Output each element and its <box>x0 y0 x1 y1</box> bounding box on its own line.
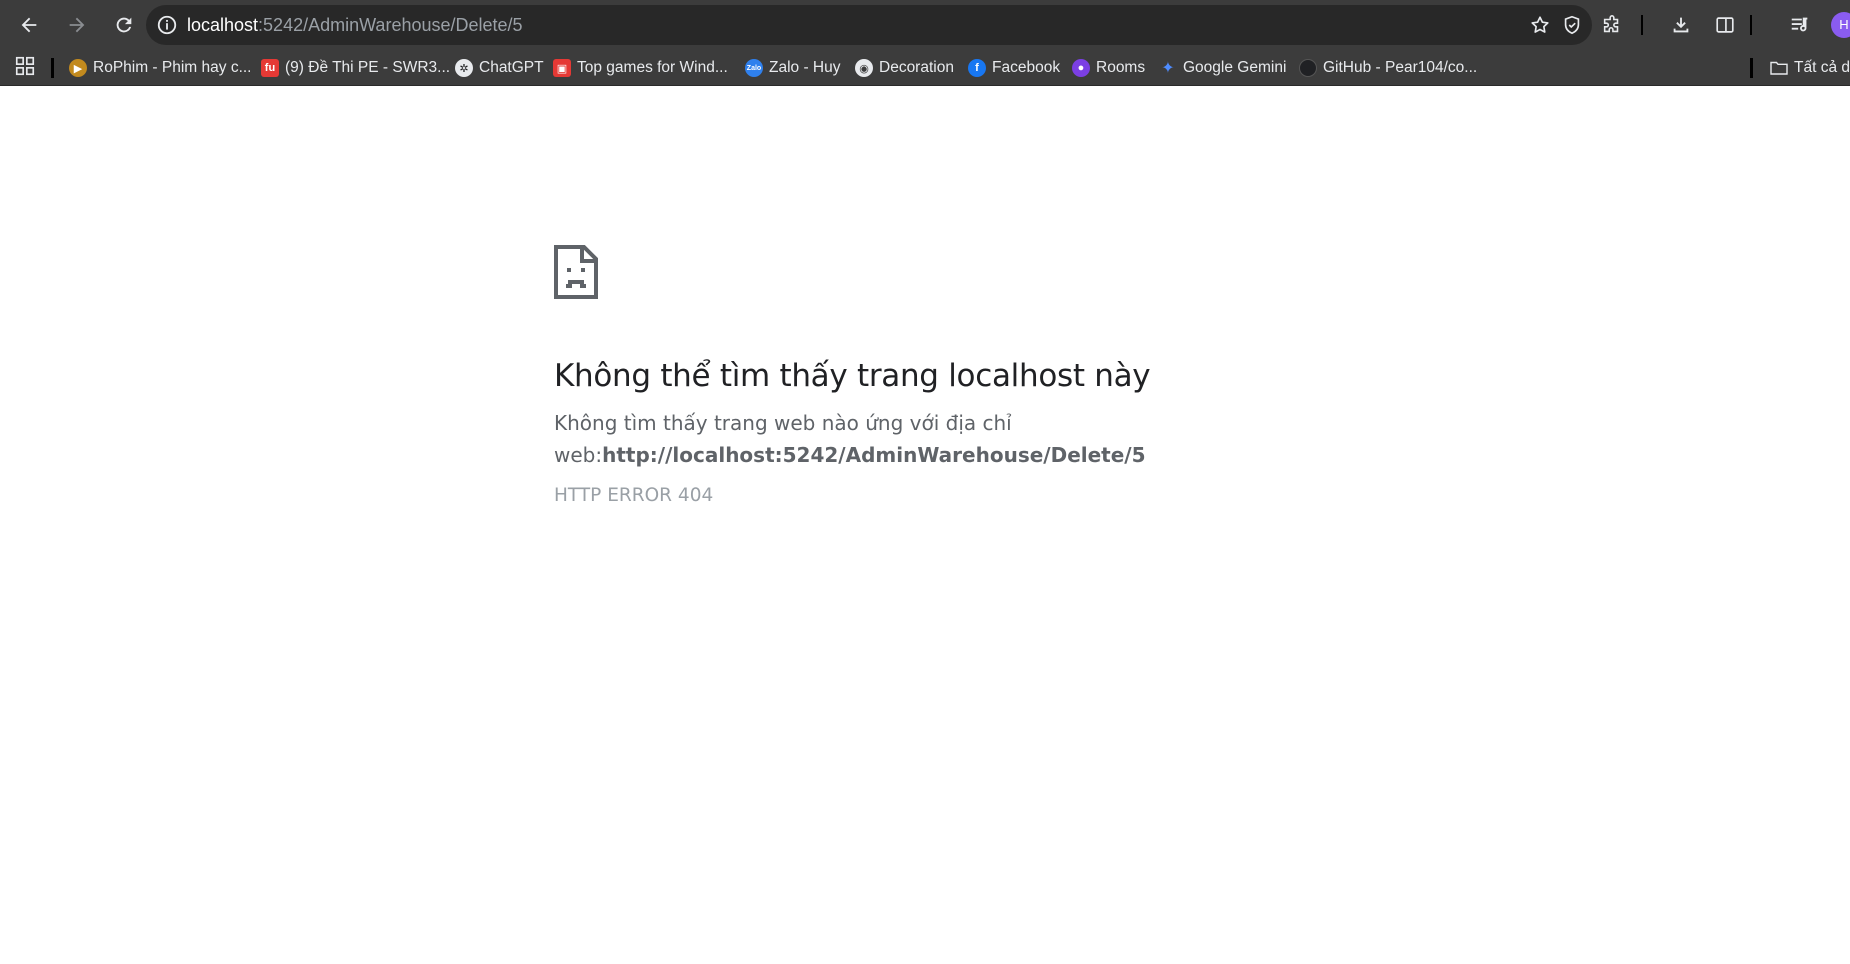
shield-extension-icon[interactable] <box>1561 14 1583 36</box>
reload-icon <box>116 17 132 33</box>
globe-favicon: ◉ <box>855 59 873 77</box>
profile-avatar[interactable]: H <box>1831 12 1850 38</box>
arrow-left-icon <box>21 17 37 33</box>
github-favicon <box>1299 59 1317 77</box>
bookmark-item[interactable]: fu (9) Đề Thi PE - SWR3... <box>261 50 450 86</box>
sad-document-icon <box>554 245 598 299</box>
bookmark-item[interactable]: ◉ Decoration <box>855 50 954 86</box>
all-bookmarks-label: Tất cả dấ <box>1794 59 1850 76</box>
rophim-favicon: ▶ <box>69 59 87 77</box>
bookmark-label: Facebook <box>992 59 1061 76</box>
page-content: Không thể tìm thấy trang localhost này K… <box>0 86 1850 964</box>
bookmark-label: (9) Đề Thi PE - SWR3... <box>285 59 451 76</box>
bookmarks-bar: ▶ RoPhim - Phim hay c... fu (9) Đề Thi P… <box>0 50 1850 86</box>
fu-favicon: fu <box>261 59 279 77</box>
bookmark-label: RoPhim - Phim hay c... <box>93 59 252 76</box>
download-icon[interactable] <box>1670 14 1692 36</box>
url-host: localhost <box>187 15 259 35</box>
folder-icon <box>1770 61 1788 75</box>
facebook-favicon: f <box>968 59 986 77</box>
rooms-favicon: ● <box>1072 59 1090 77</box>
bookmark-label: Rooms <box>1096 59 1146 76</box>
bookmark-star-icon[interactable] <box>1529 14 1551 36</box>
apps-grid-icon[interactable] <box>14 55 36 77</box>
reload-button[interactable] <box>104 5 144 45</box>
bookmark-item[interactable]: ✦ Google Gemini <box>1159 50 1286 86</box>
toolbar-divider <box>1750 15 1752 35</box>
bookmark-item[interactable]: ✲ ChatGPT <box>455 50 544 86</box>
url-path: :5242/AdminWarehouse/Delete/5 <box>258 15 523 35</box>
side-panel-icon[interactable] <box>1714 14 1736 36</box>
games-favicon: ▣ <box>553 59 571 77</box>
chatgpt-favicon: ✲ <box>455 59 473 77</box>
bookmark-item[interactable]: f Facebook <box>968 50 1060 86</box>
bookmark-label: Decoration <box>879 59 954 76</box>
error-description: Không tìm thấy trang web nào ứng với địa… <box>554 407 1174 471</box>
site-info-icon[interactable] <box>156 14 178 36</box>
bookmark-label: Google Gemini <box>1183 59 1287 76</box>
back-button[interactable] <box>9 5 49 45</box>
bookmark-item[interactable]: ● Rooms <box>1072 50 1145 86</box>
bookmark-label: Zalo - Huy <box>769 59 841 76</box>
bookmark-label: Top games for Wind... <box>577 59 728 76</box>
bookmark-item[interactable]: ▶ RoPhim - Phim hay c... <box>69 50 252 86</box>
bookmark-item[interactable]: ▣ Top games for Wind... <box>553 50 728 86</box>
bookmark-item[interactable]: Zalo Zalo - Huy <box>745 50 841 86</box>
address-bar-url[interactable]: localhost:5242/AdminWarehouse/Delete/5 <box>187 5 523 45</box>
media-controls-icon[interactable] <box>1789 14 1811 36</box>
forward-button[interactable] <box>57 5 97 45</box>
zalo-favicon: Zalo <box>745 59 763 77</box>
toolbar-divider <box>1641 15 1643 35</box>
error-title: Không thể tìm thấy trang localhost này <box>554 358 1151 394</box>
bookmark-item[interactable]: GitHub - Pear104/co... <box>1299 50 1477 86</box>
browser-toolbar: localhost:5242/AdminWarehouse/Delete/5 H <box>0 0 1850 50</box>
gemini-favicon: ✦ <box>1161 60 1175 77</box>
error-url: http://localhost:5242/AdminWarehouse/Del… <box>602 443 1146 467</box>
bookmark-label: GitHub - Pear104/co... <box>1323 59 1478 76</box>
error-code: HTTP ERROR 404 <box>554 485 714 506</box>
address-bar[interactable]: localhost:5242/AdminWarehouse/Delete/5 <box>146 5 1592 45</box>
all-bookmarks-folder[interactable]: Tất cả dấ <box>1770 50 1850 86</box>
bookmarks-divider <box>1750 58 1753 78</box>
bookmark-label: ChatGPT <box>479 59 544 76</box>
bookmarks-divider <box>51 58 54 78</box>
arrow-right-icon <box>69 17 85 33</box>
extensions-icon[interactable] <box>1601 14 1623 36</box>
